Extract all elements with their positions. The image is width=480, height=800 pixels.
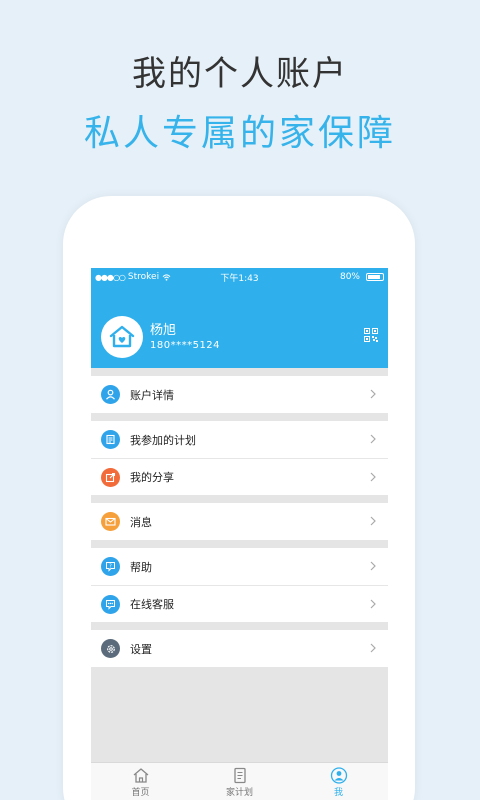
menu-item-my-plans[interactable]: 我参加的计划 <box>91 421 388 458</box>
document-icon <box>233 767 246 784</box>
menu-label: 帮助 <box>130 560 152 574</box>
menu-label: 在线客服 <box>130 598 174 611</box>
chevron-right-icon <box>370 643 376 653</box>
menu-item-online-service[interactable]: 在线客服 <box>91 585 388 622</box>
mail-icon <box>101 512 120 531</box>
home-icon <box>133 768 148 783</box>
chevron-right-icon <box>370 561 376 571</box>
app-screen: ●●●○○ Strokei 下午1:43 80% 杨旭 180****5124 <box>91 268 388 800</box>
menu-item-my-share[interactable]: 我的分享 <box>91 458 388 495</box>
status-time: 下午1:43 <box>220 274 259 284</box>
profile-header[interactable]: 杨旭 180****5124 <box>91 286 388 368</box>
tab-bar: 首页 家计划 我 <box>91 762 388 800</box>
promo-title: 我的个人账户 <box>132 54 348 94</box>
tab-label: 家计划 <box>225 788 253 798</box>
chevron-right-icon <box>370 389 376 399</box>
menu-item-help[interactable]: ? 帮助 <box>91 548 388 585</box>
share-icon <box>101 467 120 487</box>
plan-icon <box>101 430 120 449</box>
tab-me[interactable]: 我 <box>289 763 388 800</box>
profile-icon <box>330 767 347 784</box>
home-heart-icon <box>109 325 135 348</box>
menu-item-account-details[interactable]: 账户详情 <box>91 376 388 413</box>
menu-label: 消息 <box>130 515 152 529</box>
tab-family-plan[interactable]: 家计划 <box>190 763 289 800</box>
chat-icon <box>101 594 120 614</box>
user-phone: 180****5124 <box>150 340 221 351</box>
chevron-right-icon <box>370 434 376 444</box>
chevron-right-icon <box>370 599 376 609</box>
menu-label: 账户详情 <box>130 388 174 402</box>
help-icon: ? <box>101 557 120 576</box>
tab-home[interactable]: 首页 <box>91 763 190 800</box>
menu-item-settings[interactable]: 设置 <box>91 630 388 667</box>
qr-code-icon[interactable] <box>364 328 378 342</box>
battery-icon <box>366 273 384 281</box>
chevron-right-icon <box>370 472 376 482</box>
menu-label: 设置 <box>130 642 152 656</box>
svg-text:?: ? <box>109 564 112 570</box>
menu-label: 我参加的计划 <box>130 433 196 447</box>
menu-item-messages[interactable]: 消息 <box>91 503 388 540</box>
status-bar: ●●●○○ Strokei 下午1:43 80% <box>91 268 388 286</box>
user-name: 杨旭 <box>150 323 177 338</box>
user-icon <box>101 385 120 404</box>
gear-icon <box>101 639 120 658</box>
promo-subtitle: 私人专属的家保障 <box>83 113 396 154</box>
menu-label: 我的分享 <box>130 471 174 484</box>
tab-label: 我 <box>333 788 343 798</box>
tab-label: 首页 <box>131 788 150 798</box>
avatar[interactable] <box>101 316 143 358</box>
chevron-right-icon <box>370 516 376 526</box>
